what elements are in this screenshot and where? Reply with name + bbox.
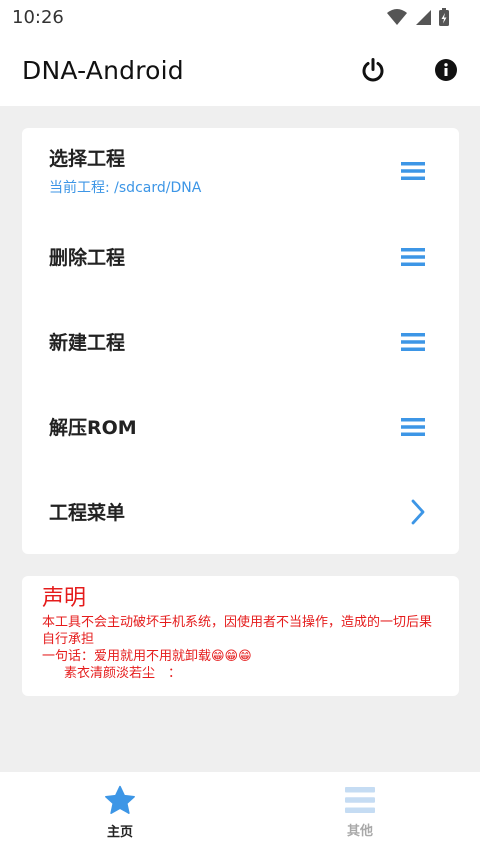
- status-bar: 10:26: [0, 0, 480, 34]
- current-project-path: 当前工程: /sdcard/DNA: [49, 180, 202, 196]
- nav-tab-label: 主页: [106, 825, 133, 840]
- menu-item-label: 工程菜单: [49, 502, 126, 524]
- disclaimer-slogan: 一句话：爱用就用不用就卸载😁😁😁: [42, 649, 252, 664]
- menu-item-label: 解压ROM: [49, 417, 137, 439]
- status-time: 10:26: [12, 6, 64, 28]
- menu-item-project-menu[interactable]: 工程菜单: [22, 469, 459, 554]
- menu-lines-icon: [401, 332, 425, 351]
- menu-item-select-project[interactable]: 选择工程 当前工程: /sdcard/DNA: [22, 128, 459, 213]
- disclaimer-title: 声明: [42, 586, 87, 611]
- status-icons: [386, 7, 450, 27]
- cell-signal-icon: [416, 10, 431, 25]
- disclaimer-text: 本工具不会主动破坏手机系统，因使用者不当操作，造成的一切后果自行承担: [42, 615, 433, 647]
- menu-item-delete-project[interactable]: 删除工程: [22, 214, 459, 299]
- menu-lines-icon: [401, 417, 425, 436]
- menu-lines-icon: [345, 787, 375, 813]
- star-icon: [105, 785, 135, 814]
- chevron-right-icon: [411, 499, 425, 524]
- bottom-navigation: 主页 其他: [0, 772, 480, 853]
- app-actions: [360, 57, 458, 83]
- nav-tab-label: 其他: [346, 824, 373, 839]
- nav-tab-home[interactable]: 主页: [0, 772, 240, 853]
- disclaimer-card: 声明 本工具不会主动破坏手机系统，因使用者不当操作，造成的一切后果自行承担 一句…: [22, 576, 459, 696]
- menu-lines-icon: [401, 247, 425, 266]
- battery-icon: [439, 8, 449, 26]
- author-signature: 素衣清颜淡若尘 ：: [64, 666, 182, 681]
- wifi-icon: [387, 9, 407, 25]
- menu-item-label: 选择工程: [49, 148, 126, 170]
- app-bar: DNA-Android: [0, 34, 480, 106]
- app-title: DNA-Android: [22, 55, 184, 85]
- project-menu-card: 选择工程 当前工程: /sdcard/DNA 删除工程 新建工程 解压ROM 工…: [22, 128, 459, 554]
- menu-item-new-project[interactable]: 新建工程: [22, 299, 459, 384]
- menu-item-label: 删除工程: [49, 247, 126, 269]
- menu-item-label: 新建工程: [49, 332, 126, 354]
- nav-tab-other[interactable]: 其他: [240, 772, 480, 853]
- power-icon[interactable]: [360, 57, 386, 83]
- menu-item-extract-rom[interactable]: 解压ROM: [22, 384, 459, 469]
- info-icon[interactable]: [434, 58, 458, 82]
- menu-lines-icon: [401, 161, 425, 180]
